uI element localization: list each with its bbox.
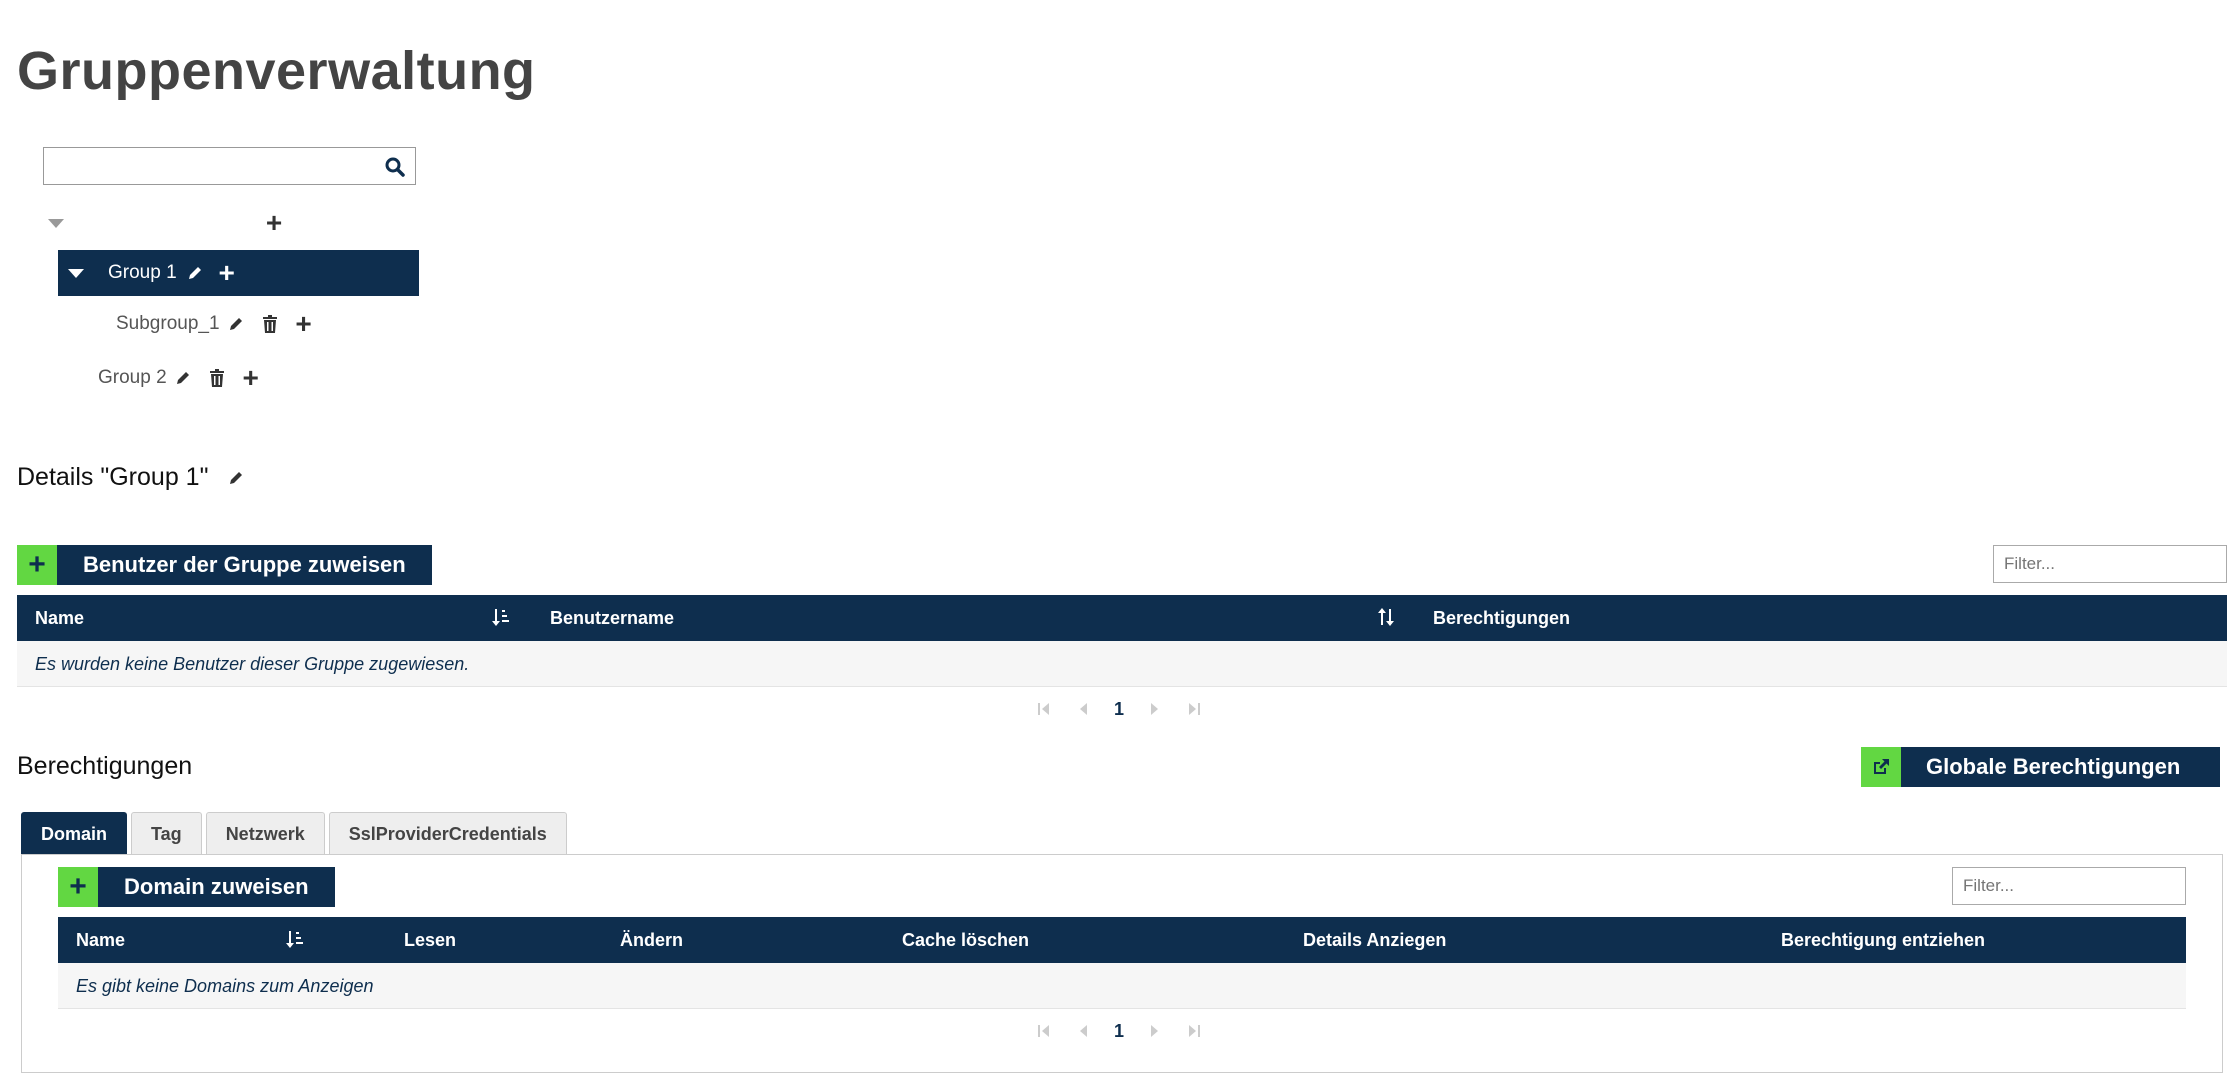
caret-down-icon[interactable] — [48, 218, 64, 228]
tab-tag[interactable]: Tag — [131, 812, 202, 855]
tree-search-input[interactable] — [44, 148, 374, 184]
last-page-icon[interactable] — [1187, 1023, 1201, 1039]
users-table-empty-row: Es wurden keine Benutzer dieser Gruppe z… — [17, 641, 2227, 687]
domains-table-header: Name Lesen Ändern Cache löschen Details … — [58, 917, 2186, 963]
column-header-name[interactable]: Name — [35, 608, 84, 629]
column-header-username[interactable]: Benutzername — [550, 608, 674, 629]
global-permissions-button[interactable]: Globale Berechtigungen — [1861, 747, 2221, 787]
tab-netzwerk[interactable]: Netzwerk — [205, 812, 325, 855]
add-subgroup-icon[interactable]: + — [217, 259, 237, 287]
trash-icon[interactable] — [207, 368, 227, 388]
tree-node-label[interactable]: Group 1 — [108, 262, 177, 284]
domains-table-empty-row: Es gibt keine Domains zum Anzeigen — [58, 963, 2186, 1009]
last-page-icon[interactable] — [1187, 701, 1201, 717]
plus-icon: + — [17, 545, 57, 585]
column-header-permissions: Berechtigungen — [1433, 608, 1571, 628]
domains-filter-input[interactable] — [1953, 868, 2185, 904]
users-pagination: 1 — [1024, 697, 1214, 721]
column-header-read: Lesen — [404, 930, 457, 950]
tab-domain[interactable]: Domain — [21, 812, 128, 855]
tree-node-label[interactable]: Subgroup_1 — [116, 313, 220, 335]
sort-asc-icon[interactable] — [492, 607, 510, 627]
column-header-change: Ändern — [620, 930, 683, 950]
domains-filter — [1952, 867, 2186, 905]
edit-icon[interactable] — [185, 263, 205, 283]
current-page[interactable]: 1 — [1114, 1021, 1124, 1042]
empty-message: Es gibt keine Domains zum Anzeigen — [76, 976, 374, 996]
tree-node-label[interactable]: Group 2 — [98, 367, 167, 389]
details-heading: Details "Group 1" — [17, 463, 246, 492]
permissions-heading: Berechtigungen — [17, 752, 193, 780]
prev-page-icon[interactable] — [1077, 701, 1091, 717]
prev-page-icon[interactable] — [1077, 1023, 1091, 1039]
domains-pagination: 1 — [1024, 1019, 1214, 1043]
next-page-icon[interactable] — [1147, 1023, 1161, 1039]
edit-icon[interactable] — [226, 468, 246, 488]
tree-search-box — [43, 147, 416, 185]
details-title: Details "Group 1" — [17, 463, 209, 491]
trash-icon[interactable] — [260, 314, 280, 334]
permissions-tabs: Domain Tag Netzwerk SslProviderCredentia… — [21, 812, 571, 855]
users-filter — [1993, 545, 2227, 583]
edit-icon[interactable] — [173, 368, 193, 388]
assign-domain-button[interactable]: + Domain zuweisen — [58, 867, 335, 907]
column-header-clear-cache: Cache löschen — [902, 930, 1030, 950]
add-group-icon[interactable]: + — [264, 209, 284, 237]
search-icon[interactable] — [385, 157, 405, 177]
tree-node-group-2[interactable]: Group 2 + — [98, 360, 261, 396]
tree-node-group-1[interactable]: Group 1 + — [58, 250, 419, 296]
edit-icon[interactable] — [226, 314, 246, 334]
tab-sslprovidercredentials[interactable]: SslProviderCredentials — [328, 812, 567, 855]
sort-icon[interactable] — [1377, 607, 1395, 627]
add-subgroup-icon[interactable]: + — [294, 310, 314, 338]
external-link-icon — [1861, 747, 1901, 787]
next-page-icon[interactable] — [1147, 701, 1161, 717]
column-header-revoke: Berechtigung entziehen — [1781, 930, 1986, 950]
column-header-show-details: Details Anziegen — [1303, 930, 1447, 950]
empty-message: Es wurden keine Benutzer dieser Gruppe z… — [35, 654, 470, 674]
caret-down-icon[interactable] — [68, 268, 84, 278]
assign-users-button[interactable]: + Benutzer der Gruppe zuweisen — [17, 545, 432, 585]
column-header-name[interactable]: Name — [76, 930, 125, 951]
tree-root-node: + — [48, 208, 418, 238]
plus-icon: + — [58, 867, 98, 907]
current-page[interactable]: 1 — [1114, 699, 1124, 720]
first-page-icon[interactable] — [1037, 701, 1051, 717]
page-title: Gruppenverwaltung — [17, 41, 536, 101]
tree-node-subgroup-1[interactable]: Subgroup_1 + — [116, 306, 314, 342]
users-table-header: Name Benutzername Berechtigungen — [17, 595, 2227, 641]
add-subgroup-icon[interactable]: + — [241, 364, 261, 392]
users-filter-input[interactable] — [1994, 546, 2226, 582]
first-page-icon[interactable] — [1037, 1023, 1051, 1039]
sort-asc-icon[interactable] — [286, 929, 304, 949]
